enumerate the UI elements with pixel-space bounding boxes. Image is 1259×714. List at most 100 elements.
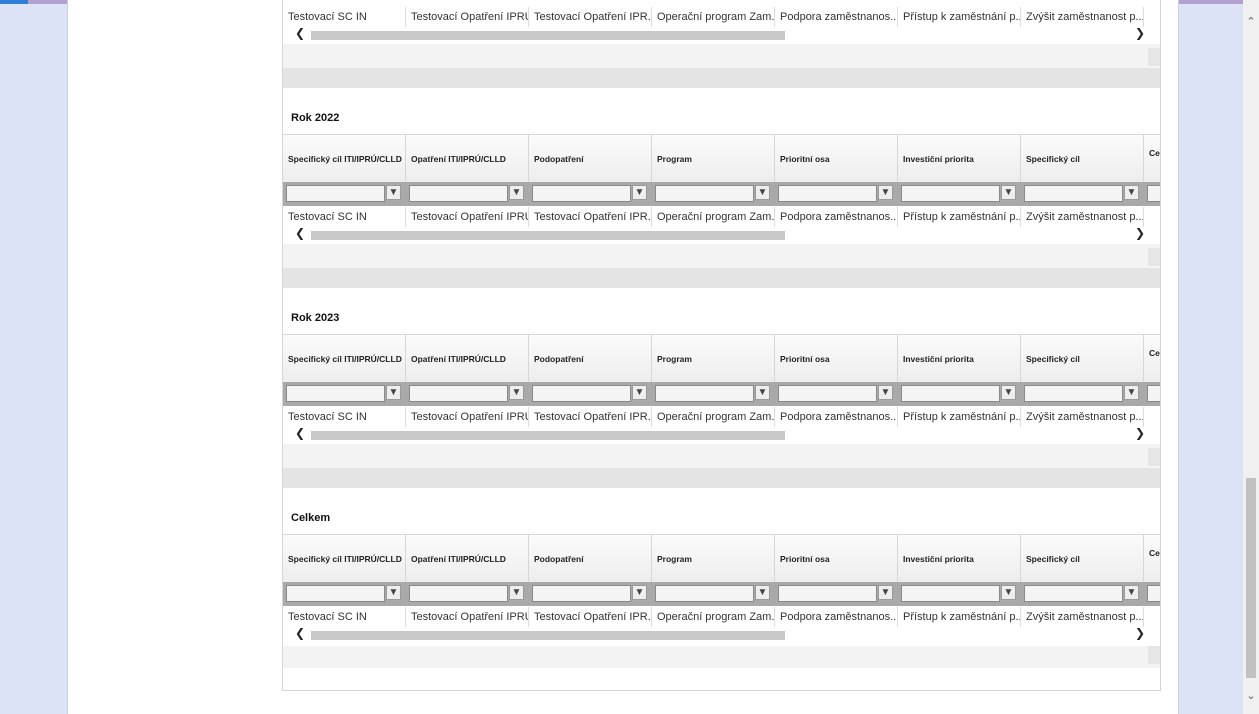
column-header[interactable]: Specifický cíl ITI/IPRÚ/CLLD bbox=[283, 135, 406, 183]
chevron-left-icon[interactable]: ❮ bbox=[295, 426, 305, 440]
filter-icon[interactable]: ▼ bbox=[1124, 185, 1139, 200]
page-vertical-scrollbar[interactable]: ⌃ ⌄ bbox=[1243, 0, 1259, 714]
column-header[interactable]: Ce vý bbox=[1144, 135, 1160, 183]
column-header[interactable]: Specifický cíl ITI/IPRÚ/CLLD bbox=[283, 535, 406, 583]
section-title: Rok 2022 bbox=[291, 112, 340, 124]
cell-program: Operační program Zam... bbox=[652, 7, 775, 27]
chevron-right-icon[interactable]: ❯ bbox=[1135, 626, 1145, 640]
filter-input[interactable] bbox=[286, 185, 385, 202]
filter-icon[interactable]: ▼ bbox=[1001, 585, 1016, 600]
filter-input[interactable] bbox=[1024, 385, 1123, 402]
column-header[interactable]: Opatření ITI/IPRÚ/CLLD bbox=[406, 335, 529, 383]
column-header[interactable]: Ce vý bbox=[1144, 335, 1160, 383]
column-header[interactable]: Ce vý bbox=[1144, 535, 1160, 583]
cell-opatreni: Testovací Opatření IPRÚ bbox=[406, 7, 529, 27]
filter-cell: ▼ bbox=[652, 182, 775, 206]
scrollbar-thumb[interactable] bbox=[1246, 478, 1256, 678]
filter-icon[interactable]: ▼ bbox=[386, 185, 401, 200]
horizontal-scrollbar[interactable]: ❮ ❯ bbox=[283, 26, 1160, 42]
filter-input[interactable] bbox=[532, 585, 631, 602]
filter-icon[interactable]: ▼ bbox=[509, 585, 524, 600]
column-header[interactable]: Investiční priorita bbox=[898, 335, 1021, 383]
section-title: Rok 2023 bbox=[291, 312, 340, 324]
column-header[interactable]: Prioritní osa bbox=[775, 135, 898, 183]
scrollbar-thumb[interactable] bbox=[311, 31, 785, 40]
column-header[interactable]: Podopatření bbox=[529, 535, 652, 583]
chevron-up-icon[interactable]: ⌃ bbox=[1243, 14, 1259, 30]
filter-input[interactable] bbox=[778, 185, 877, 202]
filter-input[interactable] bbox=[409, 385, 508, 402]
column-header[interactable]: Podopatření bbox=[529, 335, 652, 383]
filter-icon[interactable]: ▼ bbox=[509, 185, 524, 200]
filter-row: ▼ ▼ ▼ ▼ ▼ ▼ ▼ bbox=[283, 382, 1160, 406]
column-header[interactable]: Prioritní osa bbox=[775, 535, 898, 583]
horizontal-scrollbar[interactable]: ❮ ❯ bbox=[283, 426, 1160, 442]
column-header[interactable]: Investiční priorita bbox=[898, 135, 1021, 183]
filter-icon[interactable]: ▼ bbox=[632, 385, 647, 400]
chevron-right-icon[interactable]: ❯ bbox=[1135, 26, 1145, 40]
column-header[interactable]: Opatření ITI/IPRÚ/CLLD bbox=[406, 135, 529, 183]
filter-icon[interactable]: ▼ bbox=[632, 585, 647, 600]
column-header[interactable]: Specifický cíl bbox=[1021, 135, 1144, 183]
scrollbar-thumb[interactable] bbox=[311, 231, 785, 240]
filter-input[interactable] bbox=[655, 185, 754, 202]
filter-input[interactable] bbox=[655, 385, 754, 402]
filter-input[interactable] bbox=[901, 185, 1000, 202]
filter-input[interactable] bbox=[1024, 185, 1123, 202]
chevron-right-icon[interactable]: ❯ bbox=[1135, 226, 1145, 240]
filter-input[interactable] bbox=[532, 385, 631, 402]
column-header[interactable]: Opatření ITI/IPRÚ/CLLD bbox=[406, 535, 529, 583]
filter-input[interactable] bbox=[1147, 185, 1160, 202]
filter-input[interactable] bbox=[778, 585, 877, 602]
column-header[interactable]: Podopatření bbox=[529, 135, 652, 183]
table-header: Specifický cíl ITI/IPRÚ/CLLD Opatření IT… bbox=[283, 134, 1160, 184]
scrollbar-thumb[interactable] bbox=[311, 631, 785, 640]
filter-icon[interactable]: ▼ bbox=[1001, 385, 1016, 400]
column-header[interactable]: Program bbox=[652, 135, 775, 183]
filter-input[interactable] bbox=[901, 385, 1000, 402]
filter-icon[interactable]: ▼ bbox=[1124, 585, 1139, 600]
filter-icon[interactable]: ▼ bbox=[755, 585, 770, 600]
chevron-right-icon[interactable]: ❯ bbox=[1135, 426, 1145, 440]
column-header[interactable]: Program bbox=[652, 335, 775, 383]
filter-input[interactable] bbox=[655, 585, 754, 602]
chevron-left-icon[interactable]: ❮ bbox=[295, 226, 305, 240]
chevron-left-icon[interactable]: ❮ bbox=[295, 26, 305, 40]
filter-input[interactable] bbox=[1024, 585, 1123, 602]
table-footer bbox=[283, 244, 1160, 268]
filter-icon[interactable]: ▼ bbox=[386, 385, 401, 400]
filter-icon[interactable]: ▼ bbox=[878, 185, 893, 200]
filter-input[interactable] bbox=[286, 385, 385, 402]
column-header[interactable]: Specifický cíl bbox=[1021, 535, 1144, 583]
cell-specificky-cil: Zvýšit zaměstnanost p... bbox=[1021, 207, 1144, 227]
chevron-left-icon[interactable]: ❮ bbox=[295, 626, 305, 640]
cell-program: Operační program Zam... bbox=[652, 607, 775, 627]
filter-input[interactable] bbox=[532, 185, 631, 202]
filter-input[interactable] bbox=[409, 585, 508, 602]
column-header[interactable]: Prioritní osa bbox=[775, 335, 898, 383]
filter-input[interactable] bbox=[409, 185, 508, 202]
filter-input[interactable] bbox=[286, 585, 385, 602]
scrollbar-thumb[interactable] bbox=[311, 431, 785, 440]
filter-icon[interactable]: ▼ bbox=[878, 585, 893, 600]
filter-input[interactable] bbox=[1147, 585, 1160, 602]
column-header[interactable]: Specifický cíl bbox=[1021, 335, 1144, 383]
filter-icon[interactable]: ▼ bbox=[632, 185, 647, 200]
column-header[interactable]: Program bbox=[652, 535, 775, 583]
filter-input[interactable] bbox=[778, 385, 877, 402]
filter-icon[interactable]: ▼ bbox=[878, 385, 893, 400]
filter-cell: ▼ bbox=[529, 382, 652, 406]
filter-input[interactable] bbox=[901, 585, 1000, 602]
horizontal-scrollbar[interactable]: ❮ ❯ bbox=[283, 626, 1160, 642]
chevron-down-icon[interactable]: ⌄ bbox=[1243, 688, 1259, 704]
filter-icon[interactable]: ▼ bbox=[509, 385, 524, 400]
filter-input[interactable] bbox=[1147, 385, 1160, 402]
horizontal-scrollbar[interactable]: ❮ ❯ bbox=[283, 226, 1160, 242]
filter-icon[interactable]: ▼ bbox=[755, 185, 770, 200]
column-header[interactable]: Investiční priorita bbox=[898, 535, 1021, 583]
filter-icon[interactable]: ▼ bbox=[1124, 385, 1139, 400]
filter-icon[interactable]: ▼ bbox=[1001, 185, 1016, 200]
filter-icon[interactable]: ▼ bbox=[755, 385, 770, 400]
column-header[interactable]: Specifický cíl ITI/IPRÚ/CLLD bbox=[283, 335, 406, 383]
filter-icon[interactable]: ▼ bbox=[386, 585, 401, 600]
